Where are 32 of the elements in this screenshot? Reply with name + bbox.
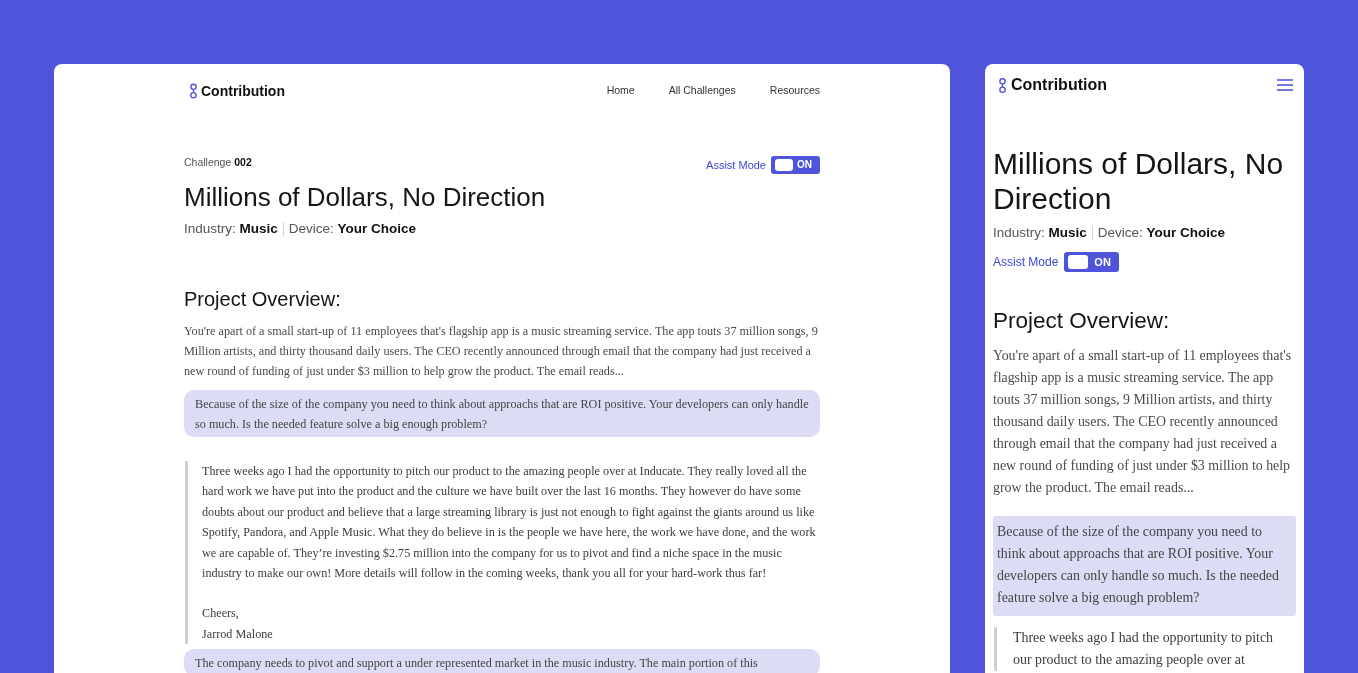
hint-callout: The company needs to pivot and support a under represented market in the music industry. The main portion of this (184, 649, 820, 673)
intro-paragraph: You're apart of a small start-up of 11 employees that's flagship app is a music streaming service. The app touts 37 million songs, 9 Million artists, and thirty thousand daily users. The CEO recently announced through email that the company had just received a new round of funding of just under $3 million to help grow the product. The email reads... (184, 323, 819, 380)
nav-link[interactable]: Home (606, 83, 635, 99)
signoff-line: Cheers, (202, 605, 240, 623)
hint-callout: Because of the size of the company you need to think about approachs that are ROI positive. Your developers can only handle so much. Is the needed feature solve a big enough problem? (993, 516, 1296, 616)
toggle-knob-icon (775, 159, 793, 171)
hint-callout: Because of the size of the company you need to think about approachs that are ROI positive. Your developers can only handle so much. Is the needed feature solve a big enough problem? (184, 390, 820, 437)
intro-paragraph: You're apart of a small start-up of 11 employees that's flagship app is a music streaming service. The app touts 37 million songs, 9 Million artists, and thirty thousand daily users. The CEO recently announced through email that the company had just received a new round of funding of just under $3 million to help grow the product. The email reads... (993, 347, 1293, 497)
toggle-switch[interactable]: ON (1064, 252, 1120, 272)
toggle-knob-icon (1068, 255, 1089, 269)
section-heading: Project Overview: (184, 287, 342, 312)
menu-icon[interactable] (1277, 79, 1293, 91)
meta-text: Industry: Music (993, 223, 1087, 242)
page-title: Millions of Dollars, No Direction (184, 181, 546, 213)
quote-paragraph: Three weeks ago I had the opportunity to pitch our product to the amazing people over at (1013, 629, 1274, 669)
toggle-label: Assist Mode (706, 157, 766, 173)
toggle-switch[interactable]: ON (771, 156, 820, 174)
page-title: Millions of Dollars, No Direction (993, 146, 1285, 216)
section-heading: Project Overview: (993, 307, 1171, 335)
challenge-number: Challenge 002 (184, 155, 253, 169)
nav-link[interactable]: Resources (769, 83, 820, 99)
linked-rings-icon (999, 76, 1006, 94)
toggle-label: Assist Mode (993, 254, 1059, 271)
signoff-line: Jarrod Malone (202, 625, 274, 643)
nav-link[interactable]: All Challenges (668, 83, 736, 99)
quote-paragraph: Three weeks ago I had the opportunity to pitch our product to the amazing people over at Inducate. They really loved all the hard work we have put into the product and the culture we have built over the last 16 months. They however do have some doubts about our product and believe that a large streaming library is just not enough to fight against the giants around us like Spotify, Pandora, and Apple Music. What they do believe in is the people we have here, the work we have done, and the work we are capable of. They’re investing $2.75 million into the company for us to pivot and find a niche space in the music industry to make our own! More details will follow in the coming weeks, thank you all for your hard-work thus far! (202, 463, 817, 583)
logo-link[interactable]: Contribution (999, 73, 1107, 97)
linked-rings-icon (190, 83, 197, 99)
logo-link[interactable]: Contribution (190, 80, 285, 102)
meta-text: Industry: Music (184, 219, 278, 238)
meta-text: Device: Your Choice (1097, 223, 1226, 242)
meta-text: Device: Your Choice (288, 219, 417, 238)
